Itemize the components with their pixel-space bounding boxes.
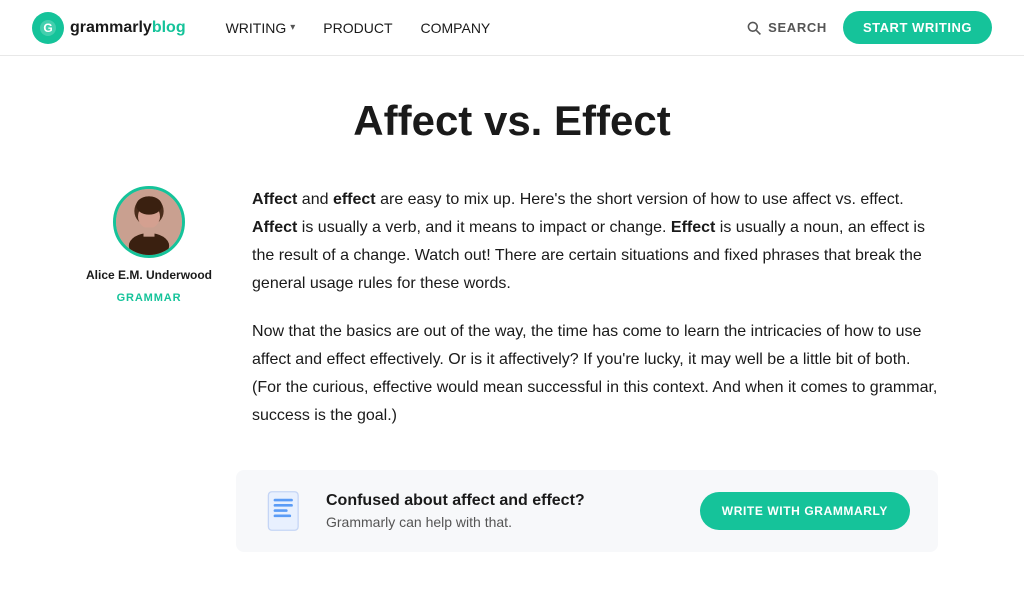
logo-text: grammarly blog [70,19,186,37]
cta-box: Confused about affect and effect? Gramma… [236,470,938,552]
nav-writing-label: WRITING [226,20,287,36]
author-tag: GRAMMAR [117,292,182,304]
article-title: Affect vs. Effect [86,96,938,146]
svg-text:G: G [43,21,52,35]
nav-item-product[interactable]: PRODUCT [323,20,392,36]
cta-text-block: Confused about affect and effect? Gramma… [326,492,680,530]
author-avatar [113,186,185,258]
paragraph-1: Affect and effect are easy to mix up. He… [252,186,938,298]
author-name: Alice E.M. Underwood [86,268,212,282]
cta-heading: Confused about affect and effect? [326,492,680,510]
main-nav: G grammarly blog WRITING ▾ PRODUCT COMPA… [0,0,1024,56]
logo-link[interactable]: G grammarly blog [32,12,186,44]
nav-product-label: PRODUCT [323,20,392,36]
nav-item-writing[interactable]: WRITING ▾ [226,20,296,36]
grammarly-doc-icon [264,490,306,532]
article-container: Affect vs. Effect Alice E.M [62,56,962,592]
nav-company-label: COMPANY [421,20,491,36]
search-button[interactable]: SEARCH [746,20,827,36]
paragraph-2: Now that the basics are out of the way, … [252,318,938,430]
start-writing-button[interactable]: START WRITING [843,11,992,44]
article-body: Alice E.M. Underwood GRAMMAR Affect and … [86,186,938,430]
author-sidebar: Alice E.M. Underwood GRAMMAR [86,186,212,430]
chevron-down-icon: ▾ [290,22,295,33]
nav-right: SEARCH START WRITING [746,11,992,44]
search-label: SEARCH [768,20,827,35]
cta-subtext: Grammarly can help with that. [326,514,680,530]
logo-icon: G [32,12,64,44]
nav-links: WRITING ▾ PRODUCT COMPANY [226,20,491,36]
write-with-grammarly-button[interactable]: WRITE WITH GRAMMARLY [700,492,910,530]
nav-item-company[interactable]: COMPANY [421,20,491,36]
search-icon [746,20,762,36]
article-text: Affect and effect are easy to mix up. He… [252,186,938,430]
